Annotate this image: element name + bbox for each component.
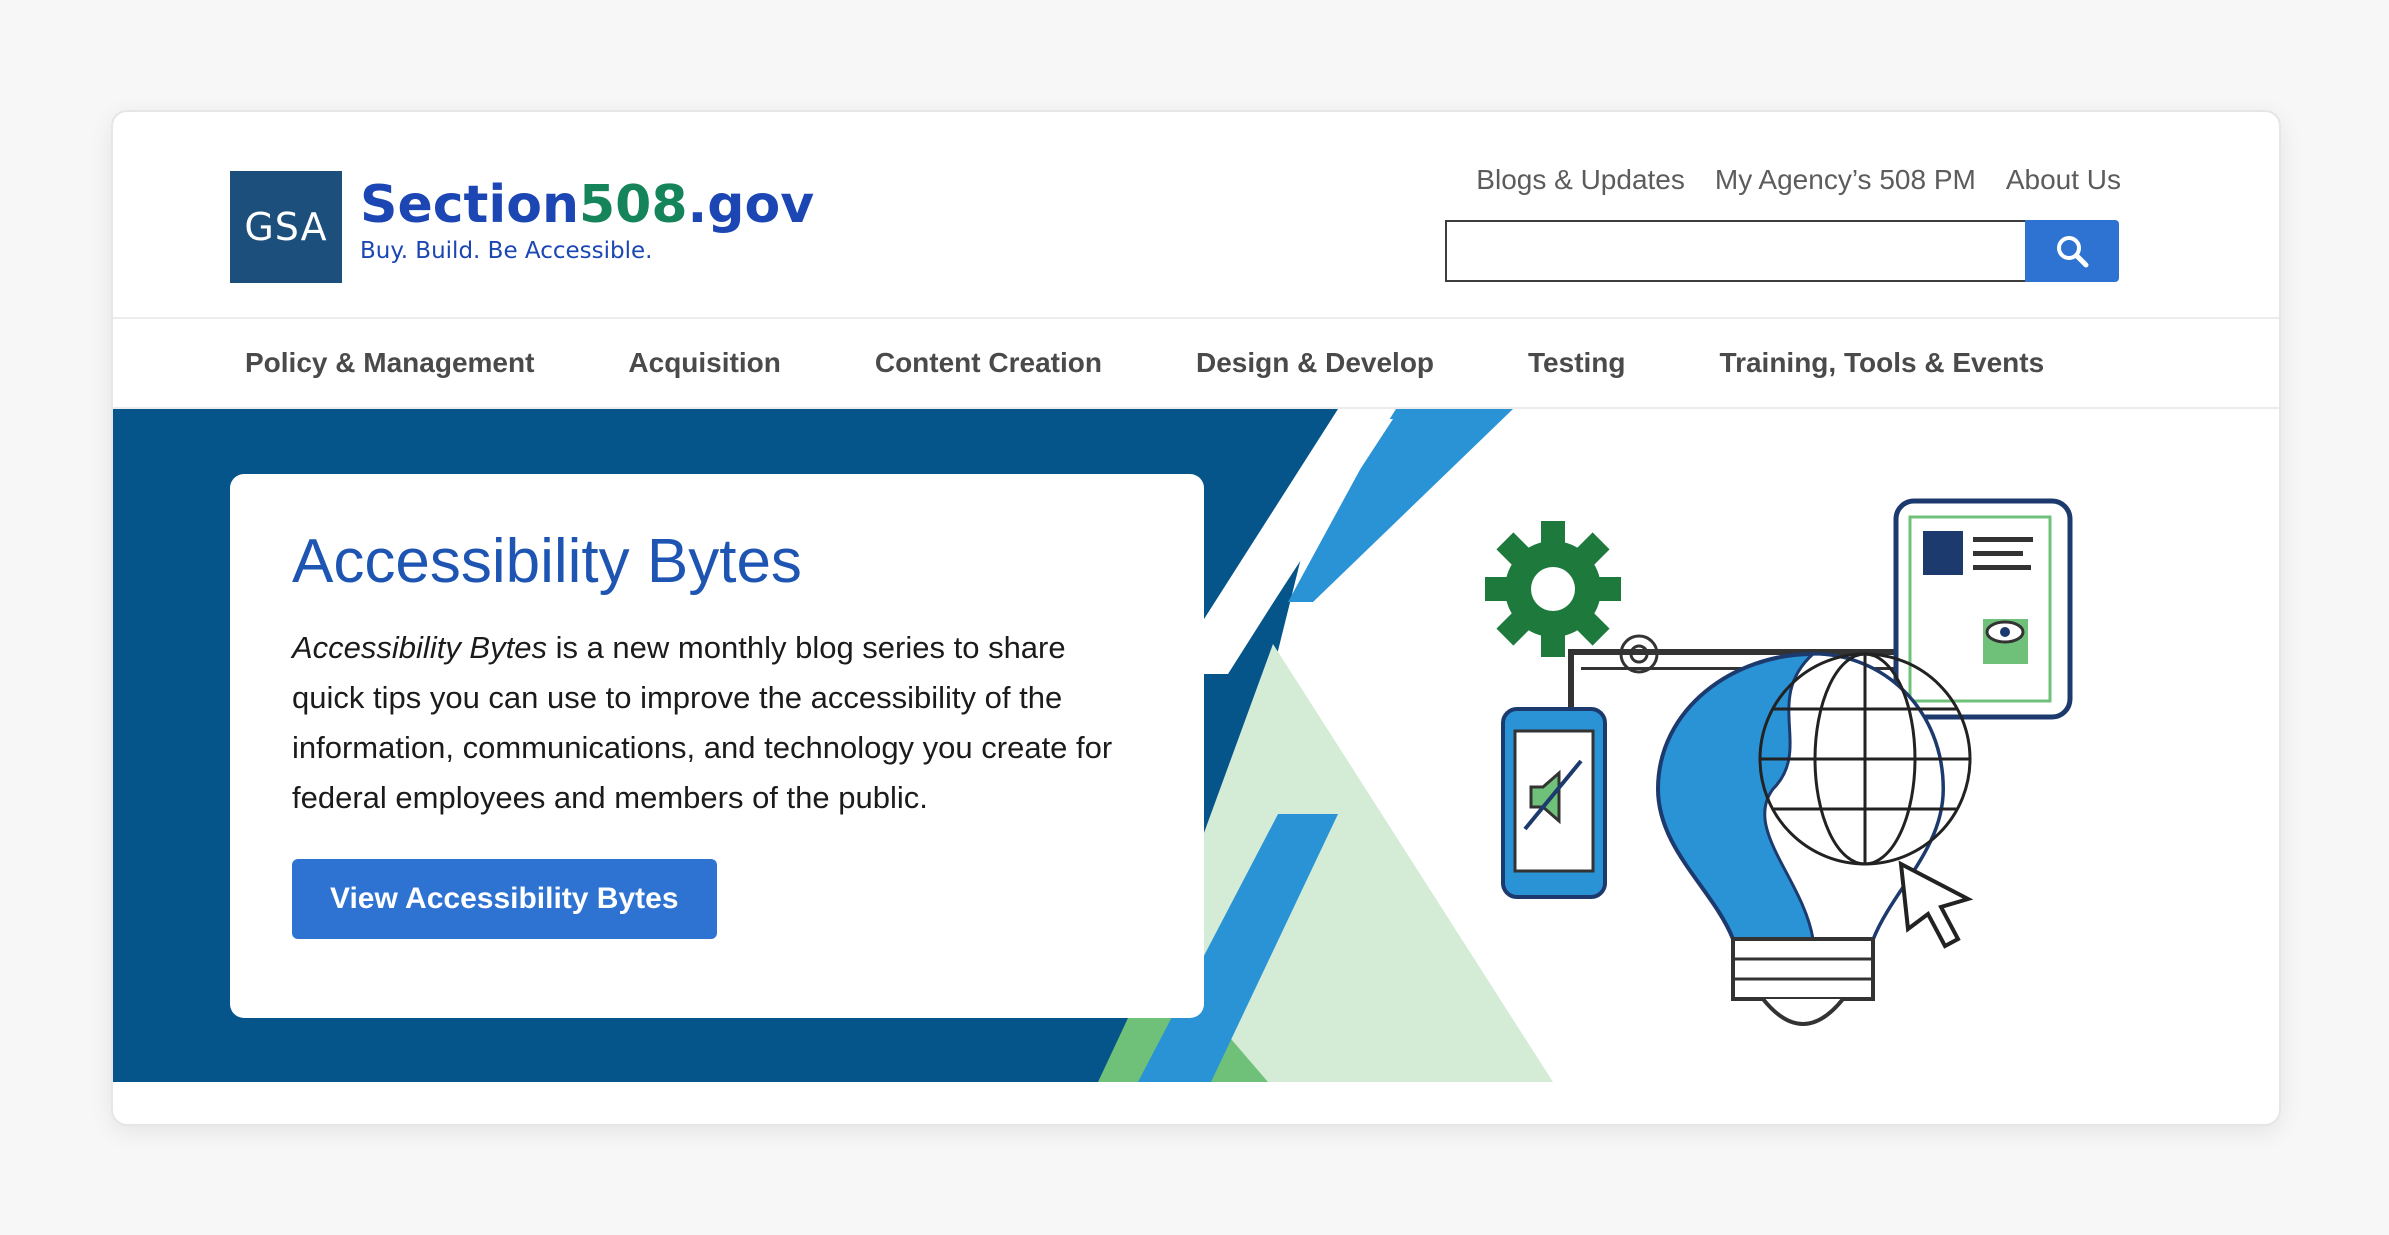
tablet-icon [1893, 498, 2073, 720]
view-accessibility-bytes-button[interactable]: View Accessibility Bytes [292, 859, 717, 939]
search-form [1445, 220, 2119, 282]
site-title: Section508.gov [360, 175, 815, 235]
gsa-logo-text: GSA [244, 205, 328, 249]
nav-testing[interactable]: Testing [1528, 347, 1625, 379]
page-card: GSA Section508.gov Buy. Build. Be Access… [111, 110, 2281, 1126]
globe-icon [1758, 652, 1972, 866]
search-input[interactable] [1445, 220, 2025, 282]
util-link-blogs[interactable]: Blogs & Updates [1476, 164, 1685, 196]
search-button[interactable] [2025, 220, 2119, 282]
hero-panel: Accessibility Bytes Accessibility Bytes … [230, 474, 1204, 1018]
site-header: GSA Section508.gov Buy. Build. Be Access… [113, 112, 2279, 317]
nav-policy-management[interactable]: Policy & Management [245, 347, 534, 379]
nav-content-creation[interactable]: Content Creation [875, 347, 1102, 379]
site-brand[interactable]: Section508.gov Buy. Build. Be Accessible… [360, 174, 814, 264]
site-tagline: Buy. Build. Be Accessible. [360, 238, 653, 264]
main-nav: Policy & Management Acquisition Content … [113, 317, 2279, 409]
hero-description: Accessibility Bytes is a new monthly blo… [292, 630, 1113, 815]
search-icon [2057, 236, 2089, 268]
nav-design-develop[interactable]: Design & Develop [1196, 347, 1434, 379]
nav-acquisition[interactable]: Acquisition [628, 347, 780, 379]
util-link-agency-508-pm[interactable]: My Agency’s 508 PM [1715, 164, 1976, 196]
phone-icon [1501, 707, 1607, 899]
gsa-logo[interactable]: GSA [230, 171, 342, 283]
util-link-about-us[interactable]: About Us [2006, 164, 2121, 196]
hero-banner: Accessibility Bytes Accessibility Bytes … [113, 409, 2279, 1082]
gear-icon [1485, 521, 1621, 657]
hero-title: Accessibility Bytes [292, 527, 802, 596]
utility-nav: Blogs & Updates My Agency’s 508 PM About… [1476, 164, 2121, 196]
cursor-icon [1898, 860, 1974, 949]
nav-training-tools-events[interactable]: Training, Tools & Events [1720, 347, 2045, 379]
